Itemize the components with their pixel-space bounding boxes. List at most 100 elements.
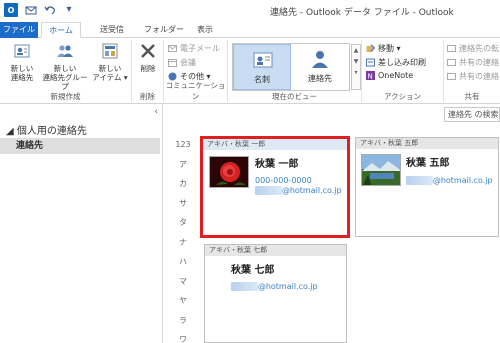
onenote-label: OneNote	[378, 71, 414, 80]
ribbon-tabs: ファイル ホーム 送受信 フォルダー 表示	[0, 22, 500, 38]
communication-group: 電子メール 会議 その他 ▾ コミュニケーション	[164, 40, 228, 102]
new-contact-button[interactable]: 新しい 連絡先	[4, 42, 40, 82]
contact-email: akiba5@hotmail.co.jp	[406, 176, 493, 185]
alphabet-index: 123 ア カ サ タ ナ ハ マ ヤ ラ ワ	[172, 135, 194, 343]
title-bar: O ▾ 連絡先 - Outlook データ ファイル - Outlook	[0, 0, 500, 22]
index-letter[interactable]: 123	[172, 135, 194, 155]
business-card-icon	[253, 52, 273, 68]
delete-x-icon	[141, 44, 155, 58]
index-letter[interactable]: カ	[172, 174, 194, 194]
actions-group-label: アクション	[383, 92, 422, 101]
gallery-scroll[interactable]: ▲ ▼ ▾	[351, 44, 361, 90]
forward-contact-label: 連絡先の転	[459, 44, 499, 53]
index-letter[interactable]: タ	[172, 213, 194, 233]
mail-merge-button[interactable]: 差し込み印刷	[366, 57, 426, 68]
new-contact-label-1: 新しい	[10, 64, 34, 73]
index-letter[interactable]: ラ	[172, 311, 194, 331]
new-item-label-1: 新しい	[98, 64, 122, 73]
svg-text:N: N	[368, 73, 373, 81]
email-domain: @hotmail.co.jp	[281, 186, 342, 195]
contact-photo-rose	[209, 156, 249, 188]
new-contact-icon	[14, 44, 30, 58]
collapse-pane-icon[interactable]: ‹	[154, 107, 158, 117]
card-file-as: アキバ・秋葉 七郎	[205, 245, 346, 256]
undo-icon[interactable]	[44, 4, 56, 16]
email-icon	[168, 45, 177, 52]
contact-email: akiba1@hotmail.co.jp	[255, 186, 342, 195]
contact-group-icon	[57, 45, 73, 57]
contact-name: 秋葉 五郎	[406, 158, 450, 169]
move-label: 移動 ▾	[378, 44, 401, 53]
view-contact[interactable]: 連絡先	[291, 44, 349, 90]
new-item-button[interactable]: 新しい アイテム ▾	[90, 42, 130, 82]
index-letter[interactable]: ア	[172, 155, 194, 175]
share-contacts-label: 共有の連絡	[459, 58, 499, 67]
quick-access-toolbar: O ▾	[4, 3, 75, 17]
email-hidden: akiba5	[406, 176, 433, 185]
index-letter[interactable]: ハ	[172, 252, 194, 272]
new-contact-label-2: 連絡先	[10, 73, 34, 82]
new-group: 新しい 連絡先 新しい 連絡先グループ 新しい アイテム ▾ 新規作成	[0, 40, 132, 102]
index-letter[interactable]: ヤ	[172, 291, 194, 311]
customize-qat-icon[interactable]: ▾	[63, 4, 75, 16]
contact-card[interactable]: アキバ・秋葉 七郎 秋葉 七郎 akiba7@hotmail.co.jp	[204, 244, 347, 343]
contact-card-selected[interactable]: アキバ・秋葉 一郎 秋葉 一郎 000-000-0000 akiba1@hotm…	[200, 136, 350, 238]
share-group-label: 共有	[464, 92, 480, 101]
onenote-icon: N	[366, 71, 375, 80]
open-shared-icon	[447, 73, 456, 80]
meeting-button[interactable]: 会議	[168, 57, 196, 68]
onenote-button[interactable]: N OneNote	[366, 71, 413, 80]
tab-folder[interactable]: フォルダー	[142, 22, 186, 38]
share-group: 連絡先の転 共有の連絡 共有の連絡 共有	[444, 40, 500, 102]
contact-card[interactable]: アキバ・秋葉 五郎 秋葉 五郎 akiba5@hotmail.co.jp	[355, 137, 499, 237]
my-contacts-header[interactable]: ◢ 個人用の連絡先	[6, 122, 87, 137]
delete-label: 削除	[140, 64, 156, 73]
send-receive-icon[interactable]	[25, 4, 37, 16]
outlook-logo-icon[interactable]: O	[4, 3, 18, 17]
move-icon	[366, 44, 375, 52]
email-hidden: akiba1	[255, 186, 282, 195]
business-card-label: 名刺	[254, 75, 270, 84]
current-view-group-label: 現在のビュー	[272, 92, 317, 101]
email-domain: @hotmail.co.jp	[432, 176, 493, 185]
index-letter[interactable]: サ	[172, 194, 194, 214]
new-items-icon	[102, 43, 118, 59]
tab-home[interactable]: ホーム	[41, 22, 81, 38]
person-icon	[312, 51, 328, 68]
new-item-label-2: アイテム ▾	[92, 73, 128, 82]
search-input[interactable]: 連絡先 の検索	[444, 107, 500, 122]
email-domain: @hotmail.co.jp	[257, 282, 318, 291]
tab-file[interactable]: ファイル	[0, 22, 38, 38]
current-view-group: 名刺 連絡先 ▲ ▼ ▾ 現在のビュー	[228, 40, 362, 102]
email-button[interactable]: 電子メール	[168, 43, 220, 54]
new-contact-group-button[interactable]: 新しい 連絡先グループ	[40, 42, 90, 91]
card-file-as: アキバ・秋葉 五郎	[356, 138, 498, 149]
new-group-label-1: 新しい	[53, 64, 77, 73]
index-letter[interactable]: マ	[172, 272, 194, 292]
forward-contact-button[interactable]: 連絡先の転	[447, 43, 499, 54]
rose-photo-icon	[210, 157, 248, 187]
new-group-label: 新規作成	[50, 92, 81, 101]
contact-name: 秋葉 一郎	[255, 159, 299, 170]
index-letter[interactable]: ナ	[172, 233, 194, 253]
actions-group: 移動 ▾ 差し込み印刷 N OneNote アクション	[362, 40, 444, 102]
contact-photo-landscape	[361, 154, 401, 186]
tab-send-receive[interactable]: 送受信	[92, 22, 132, 38]
ribbon: 新しい 連絡先 新しい 連絡先グループ 新しい アイテム ▾ 新規作成 削除 削…	[0, 38, 500, 104]
tab-view[interactable]: 表示	[192, 22, 218, 38]
open-shared-button[interactable]: 共有の連絡	[447, 71, 499, 82]
delete-button[interactable]: 削除	[134, 42, 162, 73]
nav-item-contacts[interactable]: 連絡先	[0, 138, 160, 154]
share-icon	[447, 59, 456, 66]
index-letter[interactable]: ワ	[172, 330, 194, 343]
open-shared-label: 共有の連絡	[459, 72, 499, 81]
share-contacts-button[interactable]: 共有の連絡	[447, 57, 499, 68]
mail-merge-label: 差し込み印刷	[378, 58, 426, 67]
contact-name: 秋葉 七郎	[231, 265, 275, 276]
email-label: 電子メール	[180, 44, 220, 53]
mail-merge-icon	[366, 58, 375, 67]
meeting-icon	[168, 59, 177, 67]
navigation-pane: ‹ ◢ 個人用の連絡先 連絡先	[0, 104, 163, 343]
move-button[interactable]: 移動 ▾	[366, 43, 401, 54]
view-business-card[interactable]: 名刺	[233, 44, 291, 90]
